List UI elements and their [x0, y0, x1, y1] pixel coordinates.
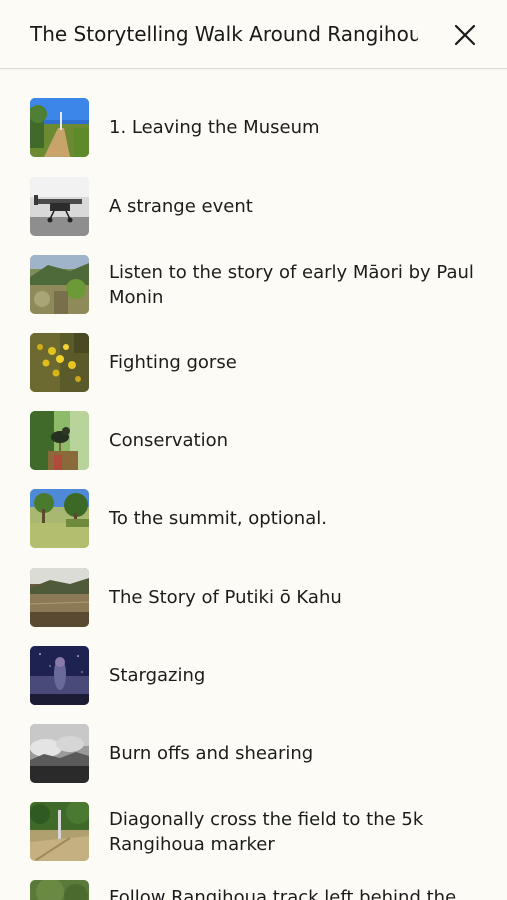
smoke-hills-thumbnail — [30, 724, 89, 783]
valley-field-thumbnail — [30, 568, 89, 627]
list-item[interactable]: Conservation — [0, 411, 507, 471]
list-item-label: Fighting gorse — [109, 352, 237, 373]
close-icon — [454, 24, 476, 46]
gorse-flowers-thumbnail — [30, 333, 89, 392]
list-item-label: 1. Leaving the Museum — [109, 117, 320, 138]
museum-path-thumbnail — [30, 98, 89, 157]
page-title: The Storytelling Walk Around Rangihoua — [30, 22, 418, 46]
list-item-label: Conservation — [109, 430, 229, 451]
list-item-label: Listen to the story of early Māori by Pa… — [109, 262, 474, 308]
list-item[interactable]: To the summit, optional. — [0, 489, 507, 549]
list-item-label: To the summit, optional. — [109, 508, 327, 529]
field-marker-thumbnail — [30, 802, 89, 861]
top-bar: The Storytelling Walk Around Rangihoua — [0, 0, 507, 69]
list-item[interactable]: Follow Rangihoua track left behind the — [0, 880, 507, 900]
list-item[interactable]: Fighting gorse — [0, 333, 507, 393]
list-item[interactable]: A strange event — [0, 177, 507, 237]
list-item[interactable]: The Story of Putiki ō Kahu — [0, 568, 507, 628]
stop-list: 1. Leaving the Museum A strange event Li… — [0, 69, 507, 900]
list-item[interactable]: Stargazing — [0, 646, 507, 706]
night-sky-thumbnail — [30, 646, 89, 705]
list-item[interactable]: Listen to the story of early Māori by Pa… — [0, 255, 507, 315]
list-item-label: Burn offs and shearing — [109, 743, 314, 764]
list-item[interactable]: Diagonally cross the field to the 5k Ran… — [0, 802, 507, 862]
list-item-label: The Story of Putiki ō Kahu — [109, 587, 342, 608]
list-item-label: A strange event — [109, 196, 253, 217]
list-item[interactable]: 1. Leaving the Museum — [0, 98, 507, 158]
summit-trees-thumbnail — [30, 489, 89, 548]
track-thumbnail — [30, 880, 89, 900]
list-item-label: Diagonally cross the field to the 5k Ran… — [109, 809, 424, 855]
list-item-label: Stargazing — [109, 665, 206, 686]
hillside-thumbnail — [30, 255, 89, 314]
list-item[interactable]: Burn offs and shearing — [0, 724, 507, 784]
list-item-label: Follow Rangihoua track left behind the — [109, 887, 457, 900]
airplane-thumbnail — [30, 177, 89, 236]
bird-in-bush-thumbnail — [30, 411, 89, 470]
close-button[interactable] — [446, 16, 484, 54]
